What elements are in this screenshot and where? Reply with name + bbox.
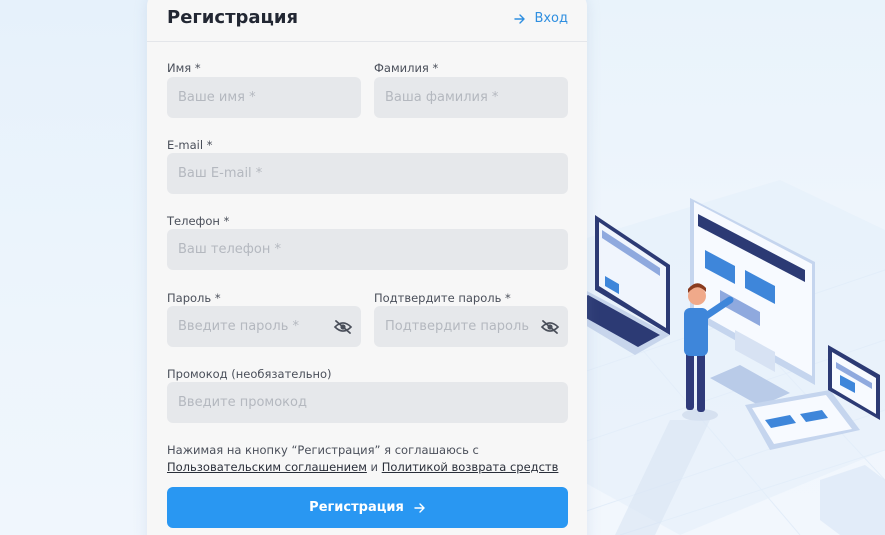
last-name-label: Фамилия * xyxy=(374,61,439,75)
agreement-text: Нажимая на кнопку “Регистрация” я соглаш… xyxy=(167,442,577,476)
register-button[interactable]: Регистрация xyxy=(167,487,568,528)
workspace-illustration xyxy=(560,180,885,535)
arrow-right-icon xyxy=(414,502,425,513)
password-label: Пароль * xyxy=(167,291,221,305)
agreement-middle: и xyxy=(366,460,382,474)
phone-label: Телефон * xyxy=(167,214,230,228)
promo-label: Промокод (необязательно) xyxy=(167,367,332,381)
phone-input[interactable] xyxy=(167,229,568,270)
background-left xyxy=(0,0,147,535)
email-label: E-mail * xyxy=(167,138,213,152)
email-input[interactable] xyxy=(167,153,568,194)
confirm-password-input[interactable] xyxy=(374,306,568,347)
first-name-label: Имя * xyxy=(167,61,201,75)
last-name-input[interactable] xyxy=(374,77,568,118)
arrow-right-icon xyxy=(514,13,526,24)
login-label: Вход xyxy=(534,11,568,26)
agreement-prefix: Нажимая на кнопку “Регистрация” я соглаш… xyxy=(167,443,479,457)
register-button-label: Регистрация xyxy=(309,500,404,515)
card-header: Регистрация Вход xyxy=(147,0,587,42)
first-name-input[interactable] xyxy=(167,77,361,118)
login-link[interactable]: Вход xyxy=(514,11,568,26)
confirm-password-label: Подтвердите пароль * xyxy=(374,291,511,305)
eye-off-icon[interactable] xyxy=(540,319,560,335)
promo-input[interactable] xyxy=(167,382,568,423)
page-title: Регистрация xyxy=(167,7,299,28)
refund-policy-link[interactable]: Политикой возврата средств xyxy=(382,460,559,474)
password-input[interactable] xyxy=(167,306,361,347)
registration-card: Регистрация Вход Имя * Фамилия * E-mail … xyxy=(147,0,587,535)
eye-off-icon[interactable] xyxy=(333,319,353,335)
terms-link[interactable]: Пользовательским соглашением xyxy=(167,460,367,474)
